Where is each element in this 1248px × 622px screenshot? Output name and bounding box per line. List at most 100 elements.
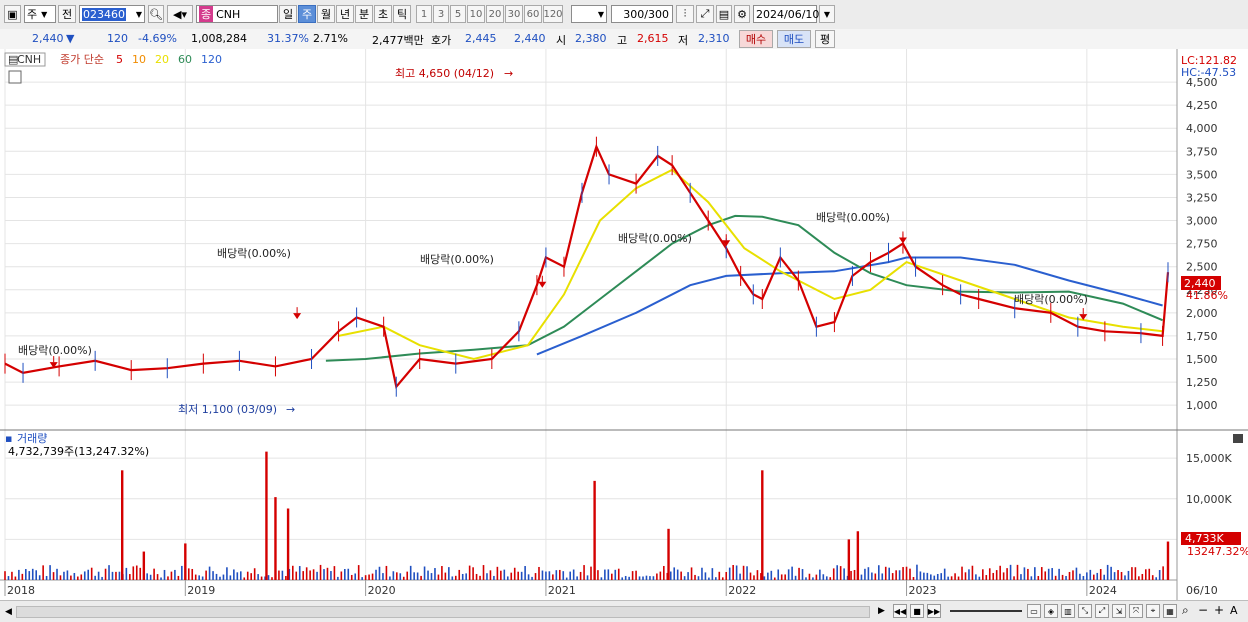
tool-icon-8[interactable]: ⌖ — [1146, 604, 1160, 618]
scroll-right-icon[interactable]: ▶ — [878, 606, 885, 616]
volume-bar — [1124, 575, 1126, 580]
code-value: 023460 — [82, 7, 126, 21]
settings-icon[interactable]: ⚙ — [734, 5, 750, 23]
compare-icon[interactable]: ⤢ — [696, 5, 714, 23]
tool-icon-6[interactable]: ⇲ — [1112, 604, 1126, 618]
period-tab-2[interactable]: 월 — [317, 5, 335, 23]
tool-icon-2[interactable]: ◈ — [1044, 604, 1058, 618]
period-tab-0[interactable]: 일 — [279, 5, 297, 23]
play-icon[interactable]: ▶▶ — [927, 604, 941, 618]
magnify-icon[interactable]: ⌕ — [1182, 603, 1189, 618]
buy-button[interactable]: 매수 — [739, 30, 773, 48]
volume-bar — [961, 566, 963, 580]
interval-select[interactable]: ▼ — [571, 5, 607, 23]
period-tab-4[interactable]: 분 — [355, 5, 373, 23]
scroll-left-icon[interactable]: ◀ — [5, 607, 12, 617]
period-tab-5[interactable]: 초 — [374, 5, 392, 23]
average-button[interactable]: 평 — [815, 30, 835, 48]
period-tab-1[interactable]: 주 — [298, 5, 316, 23]
volume-bar — [402, 576, 405, 580]
volume-bar — [652, 576, 655, 580]
tool-icon-9[interactable]: ▦ — [1163, 604, 1177, 618]
save-icon[interactable]: ▤ — [716, 5, 732, 23]
period-select-value: 주 — [27, 8, 38, 21]
volume-bar — [253, 568, 256, 580]
calculator-icon[interactable] — [8, 70, 22, 84]
volume-bar — [753, 575, 755, 580]
volume-bar — [160, 577, 162, 580]
period-tab-3[interactable]: 년 — [336, 5, 354, 23]
date-input[interactable]: 2024/06/10 — [753, 5, 819, 23]
volume-bar — [434, 568, 436, 580]
volume-bar — [801, 569, 804, 580]
search-icon[interactable]: 🔍︎ — [148, 5, 164, 23]
interval-button-3[interactable]: 3 — [433, 5, 449, 23]
pane-close-icon[interactable] — [1233, 434, 1243, 443]
zoom-out-icon[interactable]: − — [1198, 603, 1208, 617]
volume-bar — [919, 571, 922, 580]
volume-bar — [541, 570, 544, 580]
period-select[interactable]: 주 ▼ — [24, 5, 56, 23]
font-size-icon[interactable]: A — [1230, 604, 1238, 617]
zoom-in-icon[interactable]: + — [1214, 603, 1224, 617]
tool-icon-3[interactable]: ▥ — [1061, 604, 1075, 618]
volume-bar — [513, 567, 516, 580]
tool-icon-1[interactable]: ▭ — [1027, 604, 1041, 618]
bid-price-1: 2,445 — [465, 32, 497, 45]
tool-icon-7[interactable]: ⤧ — [1129, 604, 1143, 618]
interval-button-20[interactable]: 20 — [486, 5, 504, 23]
interval-button-10[interactable]: 10 — [467, 5, 485, 23]
zoom-slider[interactable] — [950, 610, 1022, 612]
volume-bar — [56, 568, 58, 580]
legend-ma-20[interactable]: 20 — [155, 53, 169, 66]
time-tick-label: 2020 — [368, 584, 396, 597]
volume-bar — [721, 577, 724, 580]
speaker-icon[interactable]: ◀▾ — [167, 5, 193, 23]
tool-icon-5[interactable]: ⤢ — [1095, 604, 1109, 618]
low-arrow-icon: → — [286, 403, 295, 416]
stop-icon[interactable]: ■ — [910, 604, 924, 618]
volume-bar — [38, 575, 41, 580]
volume-bar — [63, 571, 65, 580]
volume-bar — [995, 570, 998, 580]
change-pct: -4.69% — [138, 32, 177, 45]
volume-bar — [174, 569, 176, 580]
period-tab-6[interactable]: 틱 — [393, 5, 411, 23]
prev-button[interactable]: 전 — [58, 5, 76, 23]
volume-bar — [1103, 574, 1105, 580]
interval-button-5[interactable]: 5 — [450, 5, 466, 23]
volume-bar — [396, 572, 398, 580]
volume-bar — [59, 575, 62, 580]
volume-bar — [538, 566, 540, 580]
volume-bar — [735, 565, 738, 580]
calendar-dropdown-icon[interactable]: ▼ — [819, 5, 835, 23]
interval-button-60[interactable]: 60 — [524, 5, 542, 23]
volume-bar — [1047, 568, 1050, 580]
chart-type-icon[interactable]: ⫶ — [676, 5, 694, 23]
jump-start-icon[interactable]: ◀◀ — [893, 604, 907, 618]
volume-spike — [142, 551, 146, 580]
sell-button[interactable]: 매도 — [777, 30, 811, 48]
volume-bar — [1099, 569, 1102, 580]
legend-ma-5[interactable]: 5 — [116, 53, 123, 66]
code-input[interactable]: 023460 ▼ — [79, 5, 145, 23]
window-icon[interactable]: ▣ — [4, 5, 21, 23]
volume-bar — [298, 566, 301, 580]
legend-ma-60[interactable]: 60 — [178, 53, 192, 66]
tool-icon-4[interactable]: ⤡ — [1078, 604, 1092, 618]
volume-bar — [940, 573, 943, 580]
volume-bar — [1065, 576, 1067, 580]
volume-bar — [357, 565, 360, 580]
interval-button-1[interactable]: 1 — [416, 5, 432, 23]
stock-name-field[interactable]: 종 CNH — [196, 5, 278, 23]
interval-button-30[interactable]: 30 — [505, 5, 523, 23]
count-field[interactable]: 300/300 — [611, 5, 673, 23]
legend-ma-10[interactable]: 10 — [132, 53, 146, 66]
volume-bar — [877, 565, 880, 580]
interval-button-120[interactable]: 120 — [543, 5, 563, 23]
legend-ma-120[interactable]: 120 — [201, 53, 222, 66]
volume-bar — [645, 575, 648, 580]
stock-chart[interactable]: 1,0001,2501,5001,7502,0002,2502,5002,750… — [0, 49, 1248, 600]
volume-bar — [257, 574, 259, 580]
scroll-track[interactable] — [16, 606, 870, 618]
